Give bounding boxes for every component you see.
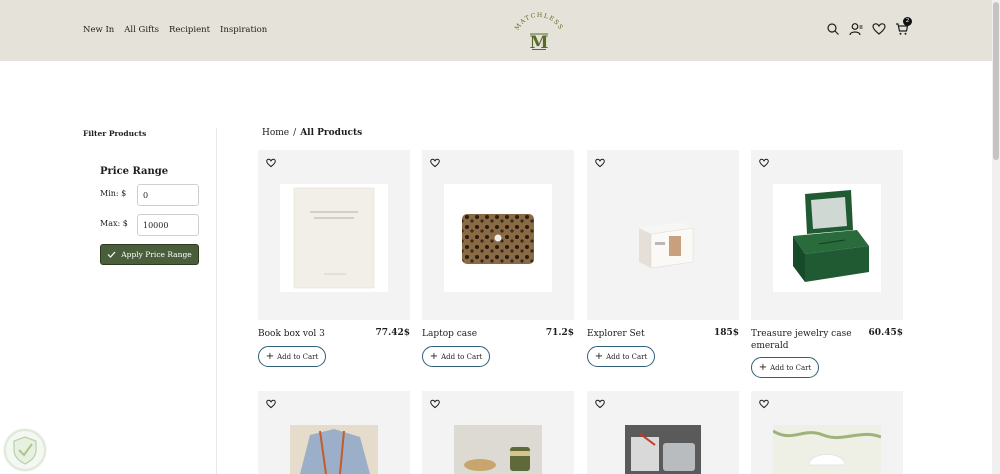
add-to-cart-label: Add to Cart xyxy=(770,363,812,372)
product-photo-book-box xyxy=(280,184,388,292)
nav-recipient[interactable]: Recipient xyxy=(169,25,210,35)
product-card[interactable]: Book box vol 3 77.42$ + Add to Cart xyxy=(258,150,410,367)
product-photo-laptop-case xyxy=(444,184,552,292)
wishlist-heart-icon[interactable] xyxy=(430,399,440,409)
product-image-area[interactable] xyxy=(258,150,410,320)
logo-wordmark: MATCHLESS xyxy=(514,12,564,32)
price-range-title: Price Range xyxy=(100,166,169,177)
site-header: New In All Gifts Recipient Inspiration M… xyxy=(0,0,992,61)
security-badge[interactable] xyxy=(3,428,47,472)
product-image-area[interactable] xyxy=(587,391,739,474)
product-price: 77.42$ xyxy=(375,328,410,338)
product-image-area[interactable] xyxy=(587,150,739,320)
product-card[interactable]: Explorer Set 185$ + Add to Cart xyxy=(587,150,739,367)
product-card[interactable] xyxy=(587,391,739,474)
product-card[interactable]: Laptop case 71.2$ + Add to Cart xyxy=(422,150,574,367)
product-photo xyxy=(625,425,701,474)
product-image-area[interactable] xyxy=(751,150,903,320)
add-to-cart-label: Add to Cart xyxy=(277,352,319,361)
product-card[interactable] xyxy=(422,391,574,474)
product-image-area[interactable] xyxy=(422,391,574,474)
min-price-label: Min: $ xyxy=(100,189,127,198)
breadcrumb-current: All Products xyxy=(300,128,363,138)
add-to-cart-button[interactable]: + Add to Cart xyxy=(751,357,819,378)
max-price-label: Max: $ xyxy=(100,219,128,228)
wishlist-heart-icon[interactable] xyxy=(266,399,276,409)
max-price-input[interactable] xyxy=(137,214,199,236)
product-photo xyxy=(773,425,881,474)
user-icon[interactable] xyxy=(849,21,863,36)
filter-products-title: Filter Products xyxy=(83,129,147,138)
wishlist-heart-icon[interactable] xyxy=(595,399,605,409)
product-price: 71.2$ xyxy=(545,328,574,338)
product-name[interactable]: Book box vol 3 xyxy=(258,328,370,340)
apply-price-range-label: Apply Price Range xyxy=(121,250,192,259)
plus-icon: + xyxy=(758,362,768,373)
product-card[interactable]: Treasure jewelry case emerald 60.45$ + A… xyxy=(751,150,903,378)
product-image-area[interactable] xyxy=(751,391,903,474)
product-price: 60.45$ xyxy=(868,328,903,338)
plus-icon: + xyxy=(594,351,604,362)
shield-icon xyxy=(4,429,46,471)
cart-count-badge: 2 xyxy=(903,17,912,26)
scrollbar-thumb[interactable] xyxy=(993,2,999,160)
product-name[interactable]: Treasure jewelry case emerald xyxy=(751,328,863,352)
product-name[interactable]: Explorer Set xyxy=(587,328,699,340)
add-to-cart-button[interactable]: + Add to Cart xyxy=(422,346,490,367)
nav-all-gifts[interactable]: All Gifts xyxy=(124,25,159,35)
add-to-cart-button[interactable]: + Add to Cart xyxy=(258,346,326,367)
search-icon[interactable] xyxy=(826,21,840,35)
breadcrumb-home[interactable]: Home xyxy=(262,128,289,138)
svg-text:MATCHLESS: MATCHLESS xyxy=(514,12,565,32)
product-image-area[interactable] xyxy=(258,391,410,474)
sidebar-divider xyxy=(216,128,217,474)
breadcrumb-separator: / xyxy=(293,128,297,138)
add-to-cart-button[interactable]: + Add to Cart xyxy=(587,346,655,367)
product-price: 185$ xyxy=(713,328,739,338)
wishlist-heart-icon[interactable] xyxy=(266,158,276,168)
breadcrumb: Home / All Products xyxy=(262,128,362,138)
min-price-input[interactable] xyxy=(137,184,199,206)
product-photo-explorer-set xyxy=(609,184,717,292)
add-to-cart-label: Add to Cart xyxy=(606,352,648,361)
product-photo xyxy=(290,425,378,474)
header-actions: 2 xyxy=(826,17,918,36)
product-photo xyxy=(454,425,542,474)
plus-icon: + xyxy=(429,351,439,362)
matchless-logo[interactable]: MATCHLESS M xyxy=(508,10,570,52)
product-name[interactable]: Laptop case xyxy=(422,328,534,340)
main-nav: New In All Gifts Recipient Inspiration xyxy=(83,25,277,35)
check-icon xyxy=(107,251,116,258)
wishlist-heart-icon[interactable] xyxy=(759,399,769,409)
wishlist-heart-icon[interactable] xyxy=(595,158,605,168)
cart-icon[interactable]: 2 xyxy=(895,17,912,35)
page-scrollbar[interactable] xyxy=(992,0,1000,474)
apply-price-range-button[interactable]: Apply Price Range xyxy=(100,244,199,265)
wishlist-heart-icon[interactable] xyxy=(430,158,440,168)
product-card[interactable] xyxy=(258,391,410,474)
product-card[interactable] xyxy=(751,391,903,474)
wishlist-heart-icon[interactable] xyxy=(872,21,886,35)
plus-icon: + xyxy=(265,351,275,362)
nav-inspiration[interactable]: Inspiration xyxy=(220,25,267,35)
product-image-area[interactable] xyxy=(422,150,574,320)
wishlist-heart-icon[interactable] xyxy=(759,158,769,168)
product-photo-jewelry-case xyxy=(773,184,881,292)
add-to-cart-label: Add to Cart xyxy=(441,352,483,361)
nav-new-in[interactable]: New In xyxy=(83,25,114,35)
